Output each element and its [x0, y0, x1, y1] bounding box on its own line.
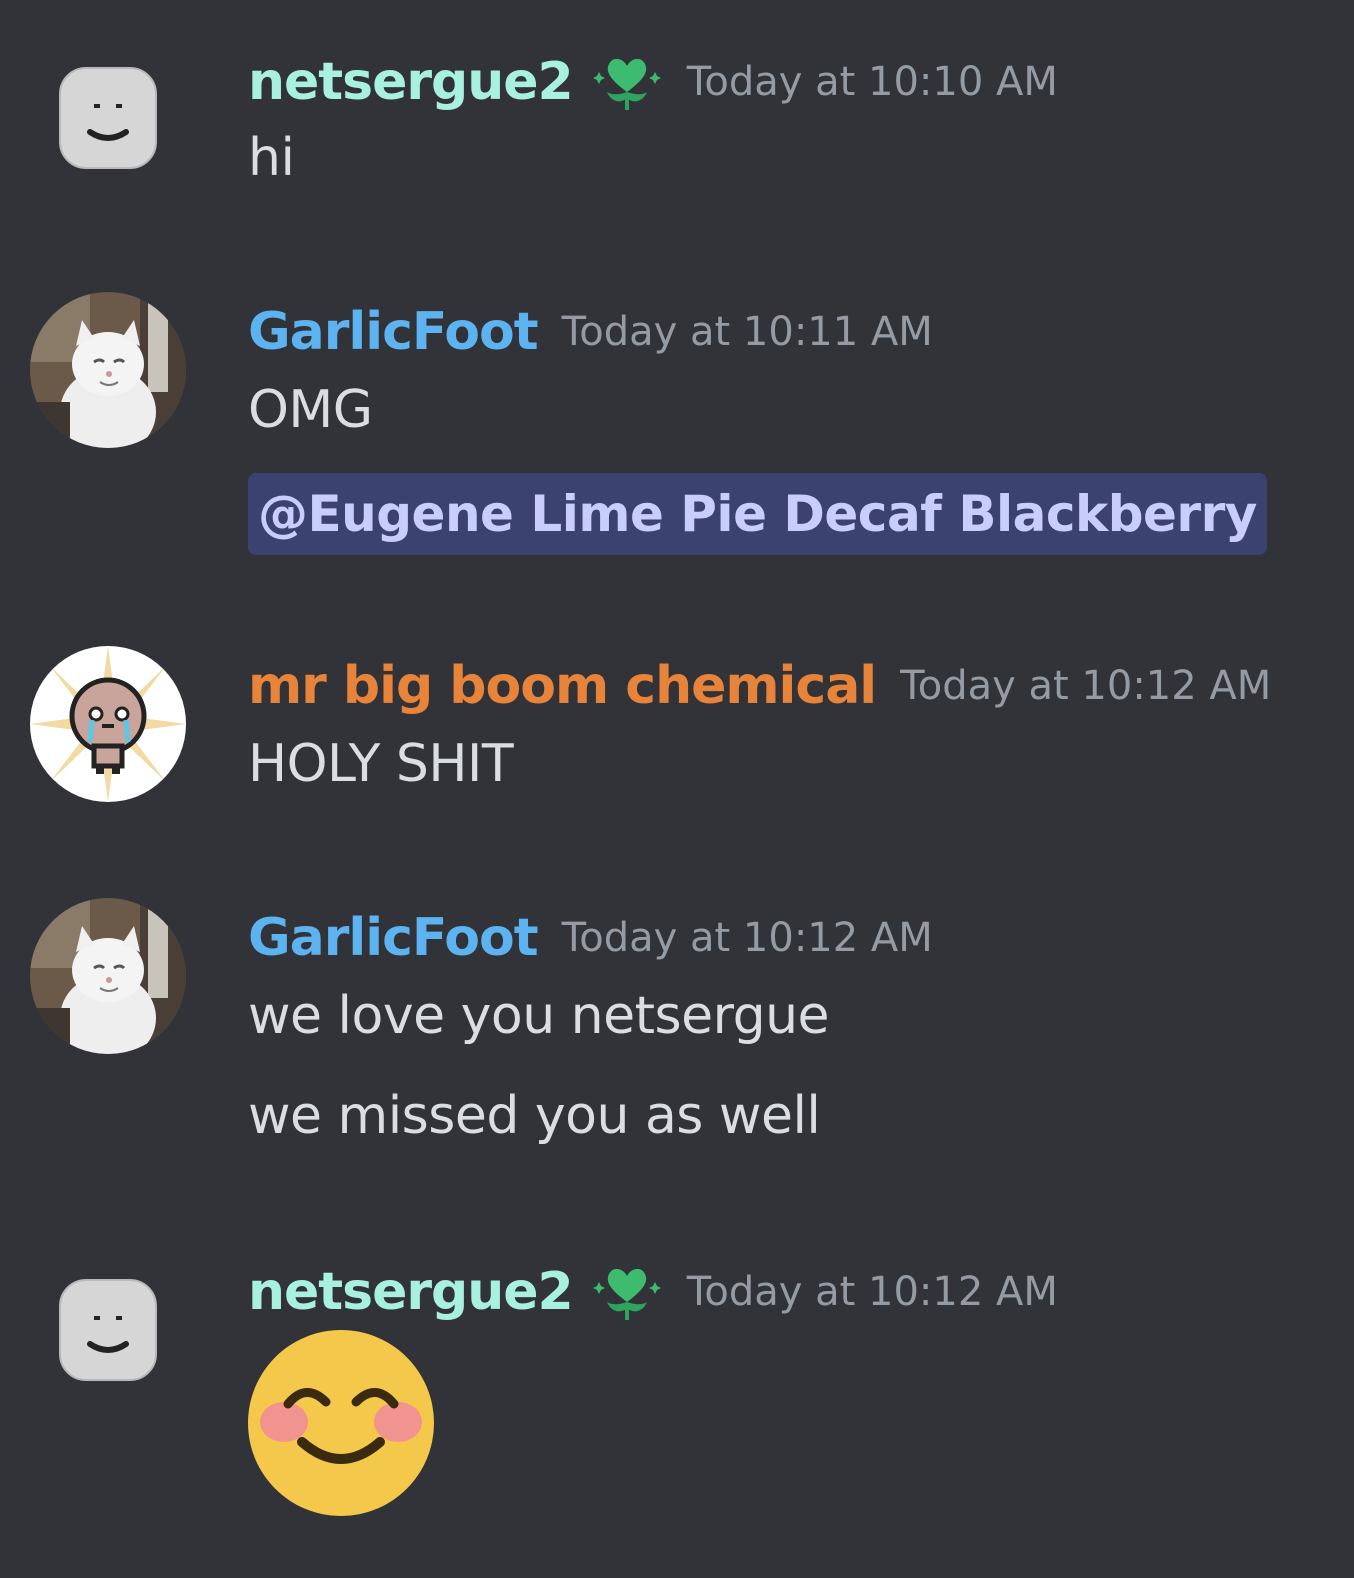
heart-flower-icon[interactable] [591, 1256, 663, 1328]
timestamp[interactable]: Today at 10:12 AM [687, 1269, 1058, 1315]
timestamp[interactable]: Today at 10:12 AM [562, 915, 933, 961]
heart-flower-icon[interactable] [591, 46, 663, 118]
avatar[interactable] [30, 1252, 186, 1408]
timestamp[interactable]: Today at 10:10 AM [687, 59, 1058, 105]
avatar[interactable] [30, 898, 186, 1054]
avatar[interactable] [30, 646, 186, 802]
message-text: HOLY SHIT [248, 734, 514, 794]
username[interactable]: mr big boom chemical [248, 656, 877, 716]
smiling-face-emoji[interactable] [248, 1330, 434, 1516]
timestamp[interactable]: Today at 10:11 AM [562, 309, 933, 355]
message-text: we love you netsergue [248, 986, 830, 1046]
user-mention[interactable]: @Eugene Lime Pie Decaf Blackberry [248, 473, 1267, 555]
username[interactable]: netsergue2 [248, 1262, 574, 1322]
username[interactable]: GarlicFoot [248, 302, 539, 362]
avatar[interactable] [30, 40, 186, 196]
message-text: hi [248, 128, 295, 188]
timestamp[interactable]: Today at 10:12 AM [900, 663, 1271, 709]
username[interactable]: GarlicFoot [248, 908, 539, 968]
username[interactable]: netsergue2 [248, 52, 574, 112]
avatar[interactable] [30, 292, 186, 448]
message-text: we missed you as well [248, 1086, 821, 1146]
message-text: OMG [248, 380, 373, 440]
